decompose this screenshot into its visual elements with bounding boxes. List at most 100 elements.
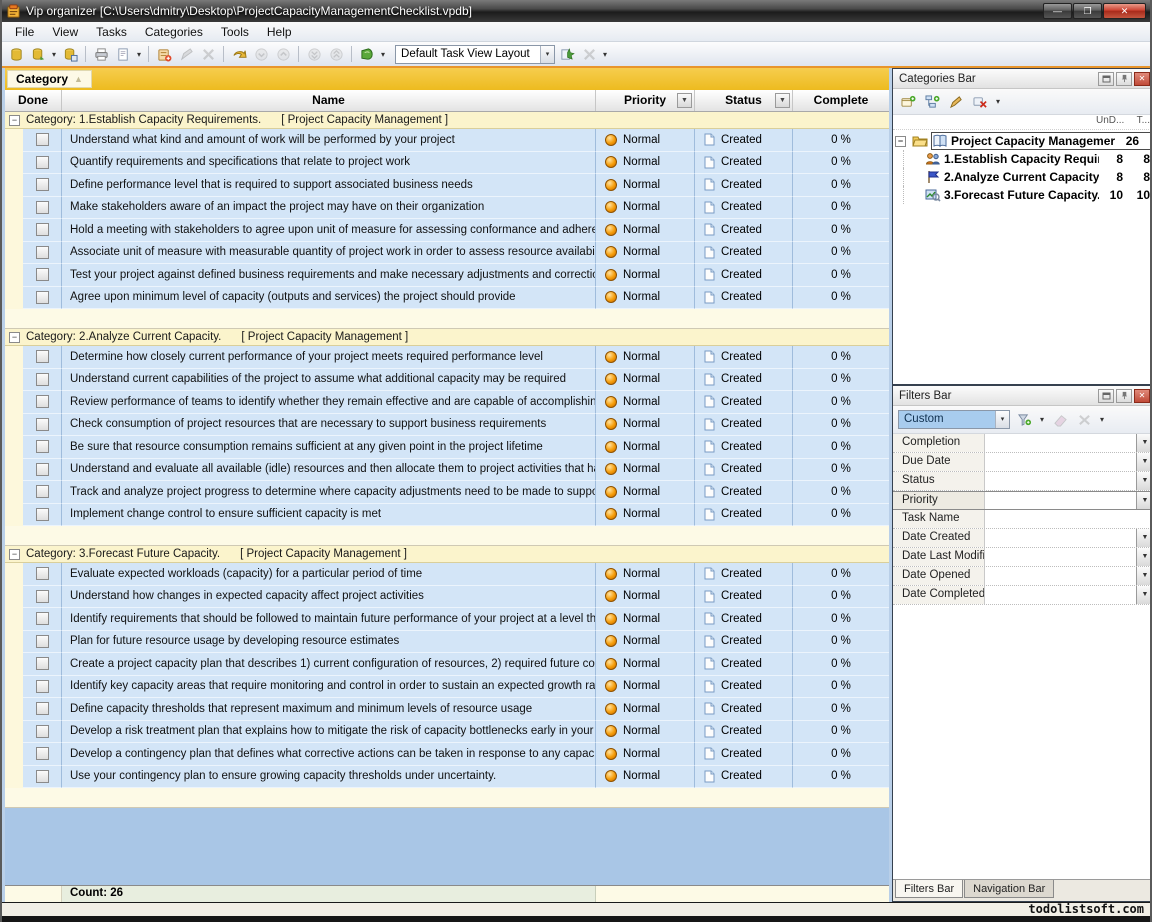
- tree-category-row[interactable]: 2.Analyze Current Capacity. 8 8: [893, 168, 1152, 186]
- task-name[interactable]: Define performance level that is require…: [62, 174, 596, 197]
- filter-field-label[interactable]: Date Last Modifie: [893, 548, 985, 566]
- layout-combo-dropdown[interactable]: ▾: [540, 46, 554, 63]
- menu-item-tasks[interactable]: Tasks: [87, 23, 136, 41]
- filter-field-label[interactable]: Priority: [893, 492, 985, 509]
- delete-layout-icon[interactable]: [579, 44, 599, 64]
- delete-task-icon[interactable]: [198, 44, 218, 64]
- done-checkbox[interactable]: [36, 680, 49, 693]
- task-name[interactable]: Check consumption of project resources t…: [62, 414, 596, 437]
- collapse-icon[interactable]: −: [9, 115, 20, 126]
- filter-row-date-created[interactable]: Date Created ▼: [893, 529, 1152, 548]
- priority-cell[interactable]: Normal: [596, 219, 695, 242]
- done-checkbox[interactable]: [36, 373, 49, 386]
- priority-cell[interactable]: Normal: [596, 391, 695, 414]
- done-checkbox[interactable]: [36, 156, 49, 169]
- menu-item-help[interactable]: Help: [258, 23, 301, 41]
- filter-preset-dropdown[interactable]: ▾: [995, 411, 1009, 428]
- done-checkbox[interactable]: [36, 201, 49, 214]
- print-icon[interactable]: [91, 44, 111, 64]
- done-checkbox[interactable]: [36, 223, 49, 236]
- layout-dropdown-caret[interactable]: ▾: [601, 50, 609, 59]
- task-name[interactable]: Use your contingency plan to ensure grow…: [62, 766, 596, 789]
- task-name[interactable]: Be sure that resource consumption remain…: [62, 436, 596, 459]
- priority-cell[interactable]: Normal: [596, 129, 695, 152]
- status-cell[interactable]: Created: [695, 743, 793, 766]
- column-header-done[interactable]: Done: [5, 90, 62, 111]
- task-name[interactable]: Quantify requirements and specifications…: [62, 152, 596, 175]
- filter-row-date-completed[interactable]: Date Completed ▼: [893, 586, 1152, 605]
- task-name[interactable]: Understand how changes in expected capac…: [62, 586, 596, 609]
- move-down-icon[interactable]: [251, 44, 271, 64]
- column-header-status[interactable]: Status▼: [695, 90, 793, 111]
- priority-cell[interactable]: Normal: [596, 676, 695, 699]
- done-checkbox[interactable]: [36, 567, 49, 580]
- new-category-icon[interactable]: [898, 93, 918, 111]
- filter-value-field[interactable]: [985, 510, 1152, 528]
- task-name[interactable]: Understand and evaluate all available (i…: [62, 459, 596, 482]
- delete-filter-icon[interactable]: [1074, 411, 1094, 429]
- done-checkbox[interactable]: [36, 395, 49, 408]
- apply-layout-icon[interactable]: [557, 44, 577, 64]
- filter-row-priority[interactable]: Priority ▼: [893, 491, 1152, 510]
- apply-filter-icon[interactable]: [1014, 411, 1034, 429]
- task-row[interactable]: Understand what kind and amount of work …: [5, 129, 889, 152]
- status-cell[interactable]: Created: [695, 242, 793, 265]
- filter-dropdown-button[interactable]: ▼: [1136, 548, 1152, 566]
- priority-cell[interactable]: Normal: [596, 481, 695, 504]
- task-row[interactable]: Create a project capacity plan that desc…: [5, 653, 889, 676]
- close-button[interactable]: ✕: [1103, 3, 1146, 19]
- delete-category-icon[interactable]: [970, 93, 990, 111]
- done-checkbox[interactable]: [36, 291, 49, 304]
- group-by-category-chip[interactable]: Category ▲: [7, 70, 92, 88]
- task-row[interactable]: Understand current capabilities of the p…: [5, 369, 889, 392]
- tree-category-row[interactable]: 1.Establish Capacity Require 8 8: [893, 150, 1152, 168]
- status-cell[interactable]: Created: [695, 608, 793, 631]
- filter-dropdown-button[interactable]: ▼: [1136, 529, 1152, 547]
- task-name[interactable]: Track and analyze project progress to de…: [62, 481, 596, 504]
- done-checkbox[interactable]: [36, 418, 49, 431]
- column-header-complete[interactable]: Complete: [793, 90, 889, 111]
- minimize-button[interactable]: —: [1043, 3, 1072, 19]
- priority-cell[interactable]: Normal: [596, 346, 695, 369]
- priority-cell[interactable]: Normal: [596, 563, 695, 586]
- priority-cell[interactable]: Normal: [596, 369, 695, 392]
- task-name[interactable]: Agree upon minimum level of capacity (ou…: [62, 287, 596, 310]
- collapse-icon[interactable]: −: [9, 332, 20, 343]
- task-name[interactable]: Test your project against defined busine…: [62, 264, 596, 287]
- priority-cell[interactable]: Normal: [596, 698, 695, 721]
- open-database-icon[interactable]: [28, 44, 48, 64]
- task-name[interactable]: Identify key capacity areas that require…: [62, 676, 596, 699]
- dock-tab-filters-bar[interactable]: Filters Bar: [895, 880, 963, 898]
- filter-value-field[interactable]: [985, 434, 1136, 452]
- status-filter-dropdown[interactable]: ▼: [775, 93, 790, 108]
- done-checkbox[interactable]: [36, 702, 49, 715]
- status-cell[interactable]: Created: [695, 504, 793, 527]
- edit-category-icon[interactable]: [946, 93, 966, 111]
- move-up-icon[interactable]: [273, 44, 293, 64]
- task-row[interactable]: Plan for future resource usage by develo…: [5, 631, 889, 654]
- task-row[interactable]: Implement change control to ensure suffi…: [5, 504, 889, 527]
- status-cell[interactable]: Created: [695, 631, 793, 654]
- move-bottom-icon[interactable]: [304, 44, 324, 64]
- task-name[interactable]: Understand current capabilities of the p…: [62, 369, 596, 392]
- task-row[interactable]: Define performance level that is require…: [5, 174, 889, 197]
- done-checkbox[interactable]: [36, 770, 49, 783]
- apply-filter-dropdown[interactable]: ▾: [1038, 415, 1046, 424]
- task-row[interactable]: Understand how changes in expected capac…: [5, 586, 889, 609]
- task-row[interactable]: Hold a meeting with stakeholders to agre…: [5, 219, 889, 242]
- priority-cell[interactable]: Normal: [596, 586, 695, 609]
- complete-task-icon[interactable]: [229, 44, 249, 64]
- task-name[interactable]: Identify requirements that should be fol…: [62, 608, 596, 631]
- task-name[interactable]: Make stakeholders aware of an impact the…: [62, 197, 596, 220]
- done-checkbox[interactable]: [36, 612, 49, 625]
- status-cell[interactable]: Created: [695, 459, 793, 482]
- status-cell[interactable]: Created: [695, 676, 793, 699]
- task-name[interactable]: Plan for future resource usage by develo…: [62, 631, 596, 654]
- filter-field-label[interactable]: Date Created: [893, 529, 985, 547]
- filter-row-date-last-modifie[interactable]: Date Last Modifie ▼: [893, 548, 1152, 567]
- open-dropdown-caret[interactable]: ▾: [50, 50, 58, 59]
- tree-collapse-icon[interactable]: −: [895, 136, 906, 147]
- status-cell[interactable]: Created: [695, 369, 793, 392]
- filter-row-due-date[interactable]: Due Date ▼: [893, 453, 1152, 472]
- new-task-icon[interactable]: [154, 44, 174, 64]
